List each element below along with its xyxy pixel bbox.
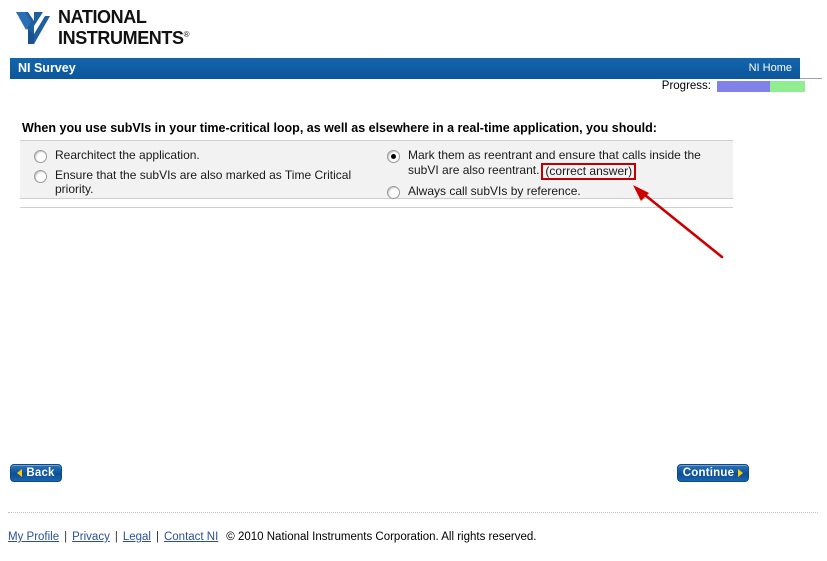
page-title: NI Survey (18, 61, 76, 75)
option-reentrant[interactable]: Mark them as reentrant and ensure that c… (387, 148, 717, 180)
continue-button-label: Continue (682, 467, 735, 479)
footer-separator: | (64, 531, 68, 543)
footer-separator: | (114, 531, 118, 543)
option-rearchitect[interactable]: Rearchitect the application. (34, 148, 384, 163)
logo-line-1: NATIONAL (58, 7, 147, 27)
progress-label: Progress: (661, 80, 711, 92)
footer-link-my-profile[interactable]: My Profile (8, 531, 59, 543)
footer-separator: | (155, 531, 159, 543)
option-call-by-reference[interactable]: Always call subVIs by reference. (387, 184, 717, 199)
footer: My Profile | Privacy | Legal | Contact N… (8, 531, 536, 543)
answer-panel-bottom-rule (20, 207, 733, 208)
option-label[interactable]: Always call subVIs by reference. (408, 184, 581, 198)
correct-answer-callout: (correct answer) (541, 163, 637, 180)
footer-link-privacy[interactable]: Privacy (72, 531, 110, 543)
footer-link-contact-ni[interactable]: Contact NI (164, 531, 218, 543)
back-button[interactable]: Back (10, 464, 62, 482)
logo-line-2: INSTRUMENTS (58, 28, 184, 48)
arrow-left-icon (17, 469, 23, 477)
option-label[interactable]: Rearchitect the application. (55, 148, 200, 162)
progress-bar (717, 80, 805, 92)
progress-bar-remaining (769, 80, 805, 92)
ni-logo[interactable]: NATIONAL INSTRUMENTS® (14, 8, 314, 48)
footer-link-legal[interactable]: Legal (123, 531, 151, 543)
progress-bar-filled (717, 80, 770, 92)
question-prompt: When you use subVIs in your time-critica… (22, 121, 657, 135)
radio-button-unselected[interactable] (34, 150, 47, 163)
answer-column-right: Mark them as reentrant and ensure that c… (387, 148, 717, 204)
continue-button[interactable]: Continue (677, 464, 749, 482)
page-header-bar: NI Survey NI Home (10, 58, 800, 79)
progress-indicator: Progress: (662, 80, 805, 92)
ni-eagle-logo-icon (16, 12, 50, 44)
header-rule (800, 78, 822, 79)
arrow-right-icon (738, 469, 744, 477)
logo-trademark: ® (183, 30, 190, 39)
ni-logo-wordmark: NATIONAL INSTRUMENTS® (58, 7, 190, 48)
ni-home-link[interactable]: NI Home (749, 62, 792, 74)
copyright-text: © 2010 National Instruments Corporation.… (226, 531, 537, 543)
option-label[interactable]: Mark them as reentrant and ensure that c… (408, 148, 717, 180)
option-time-critical-priority[interactable]: Ensure that the subVIs are also marked a… (34, 168, 384, 196)
radio-button-unselected[interactable] (387, 186, 400, 199)
back-button-label: Back (26, 467, 55, 479)
radio-button-unselected[interactable] (34, 170, 47, 183)
answer-column-left: Rearchitect the application. Ensure that… (34, 148, 384, 201)
footer-divider (8, 512, 818, 514)
answer-options-panel: Rearchitect the application. Ensure that… (20, 140, 733, 199)
option-label[interactable]: Ensure that the subVIs are also marked a… (55, 168, 384, 196)
radio-button-selected[interactable] (387, 150, 400, 163)
